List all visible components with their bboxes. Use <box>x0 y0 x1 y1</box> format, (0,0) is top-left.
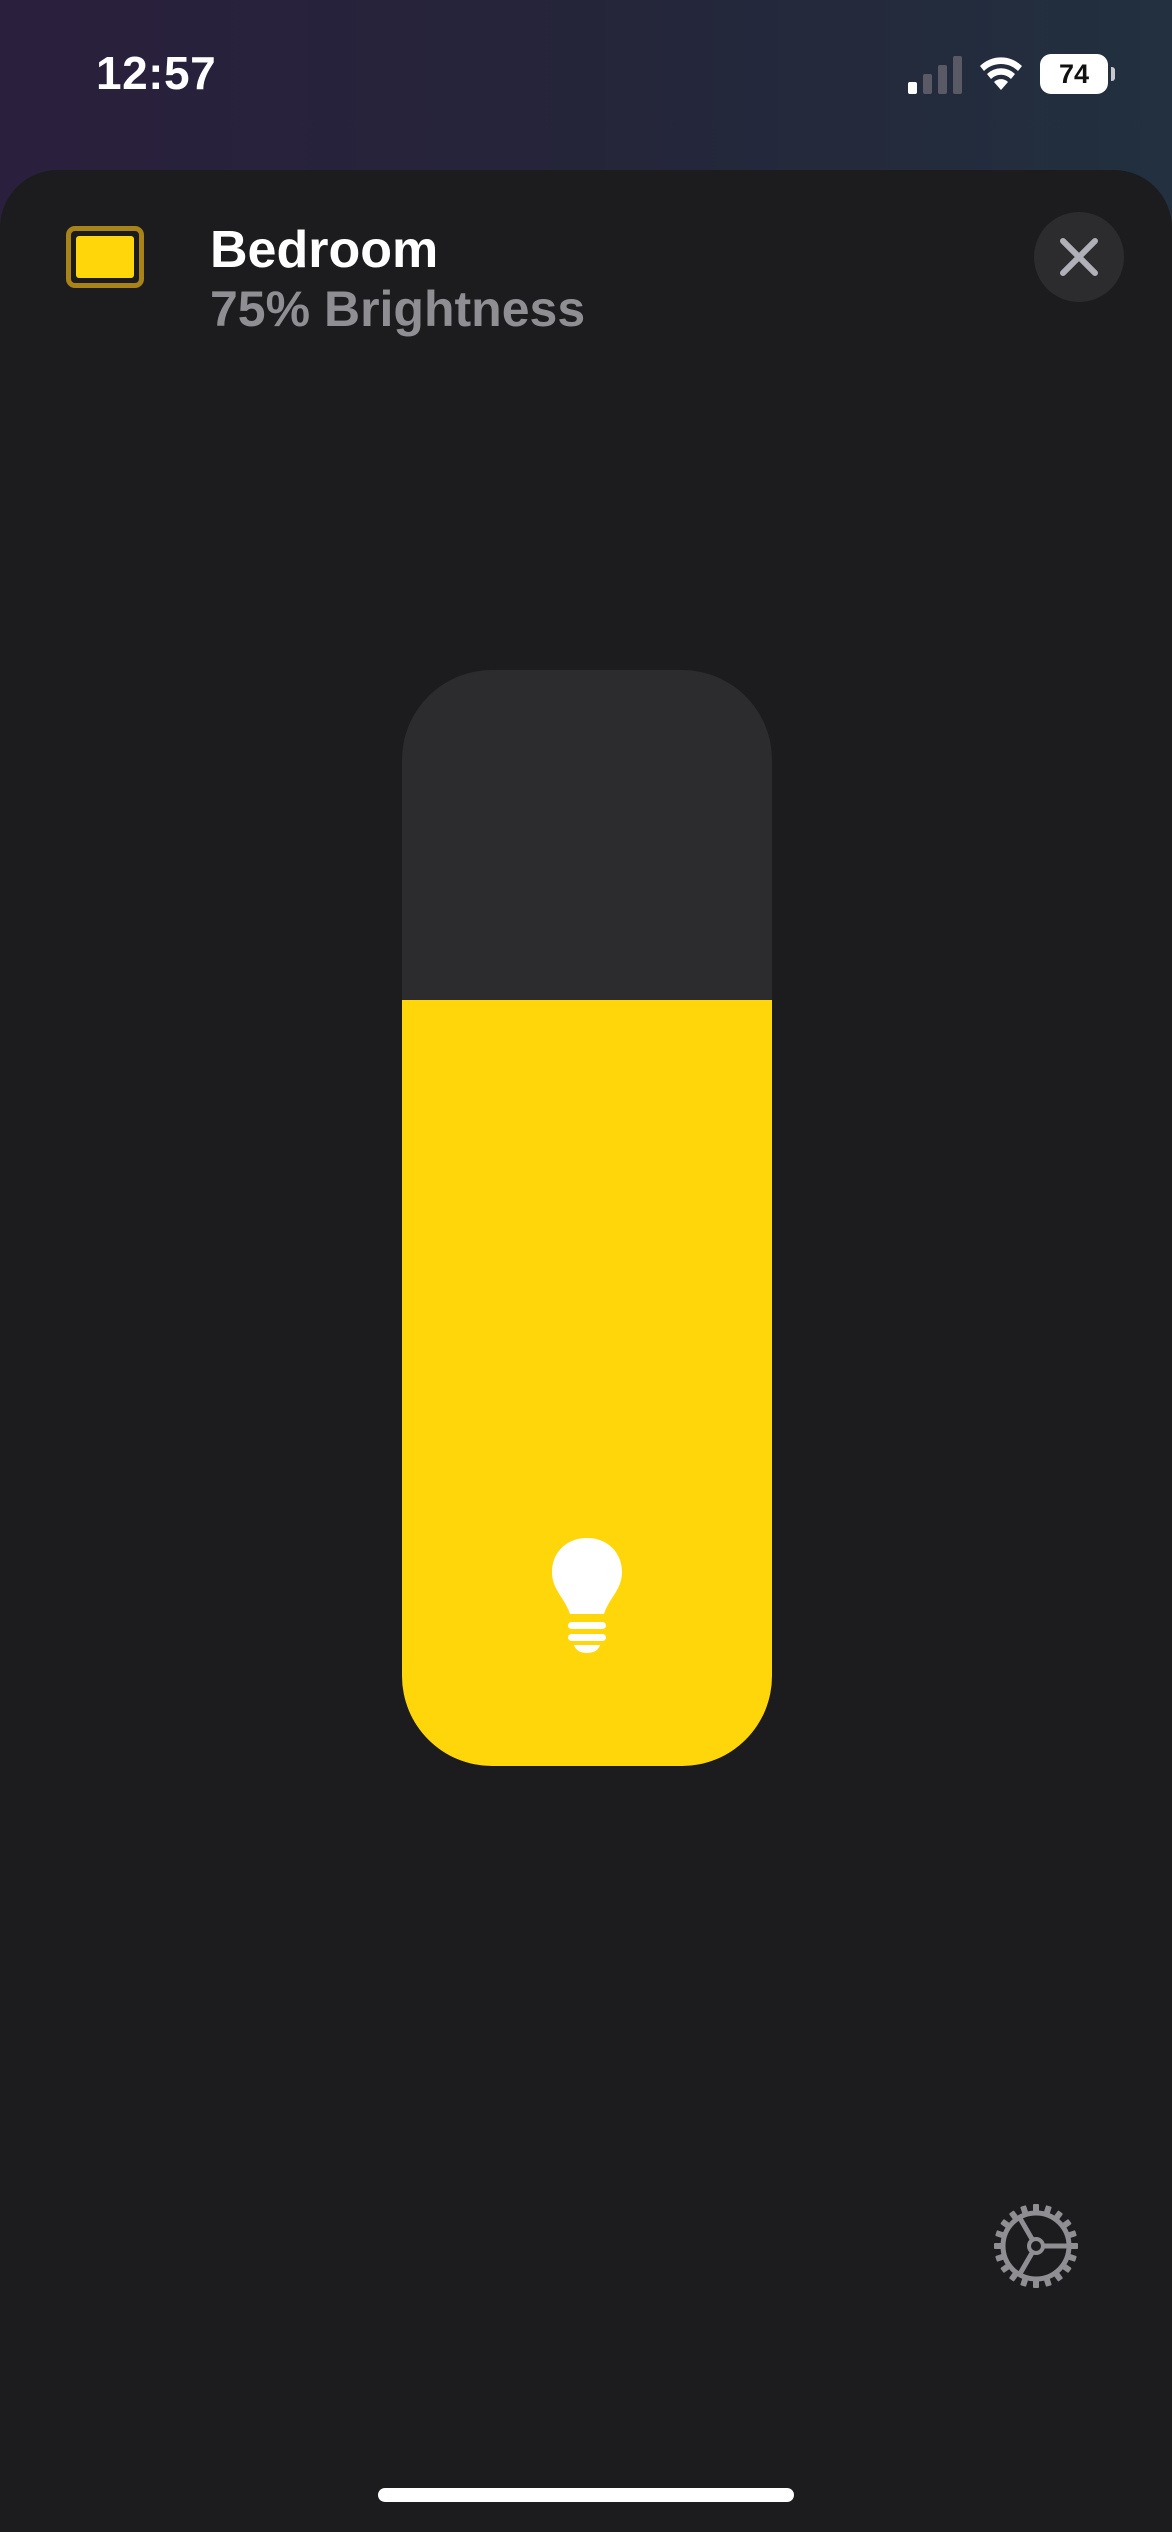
status-time: 12:57 <box>96 47 217 99</box>
cellular-signal-icon <box>908 56 962 94</box>
wifi-icon <box>980 57 1022 90</box>
battery-level: 74 <box>1058 58 1090 89</box>
gear-tooth <box>1070 2243 1078 2249</box>
light-panel-icon <box>66 226 144 288</box>
lightbulb-icon <box>552 1538 622 1653</box>
gear-tooth <box>1033 2280 1039 2288</box>
home-indicator[interactable] <box>378 2488 794 2502</box>
accessory-title: Bedroom <box>210 221 439 279</box>
brightness-slider[interactable] <box>402 670 772 1766</box>
battery-icon: 74 <box>1040 54 1115 94</box>
close-icon <box>1060 238 1098 276</box>
gear-tooth <box>1033 2204 1039 2212</box>
close-button[interactable] <box>1034 212 1124 302</box>
battery-body: 74 <box>1040 54 1108 94</box>
light-panel-icon-fill <box>76 236 134 278</box>
gear-tooth <box>994 2243 1002 2249</box>
gear-icon[interactable] <box>992 2202 1080 2290</box>
brightness-status: 75% Brightness <box>210 281 586 337</box>
status-bar: 12:57 74 <box>0 0 1172 150</box>
battery-nub <box>1111 67 1115 81</box>
